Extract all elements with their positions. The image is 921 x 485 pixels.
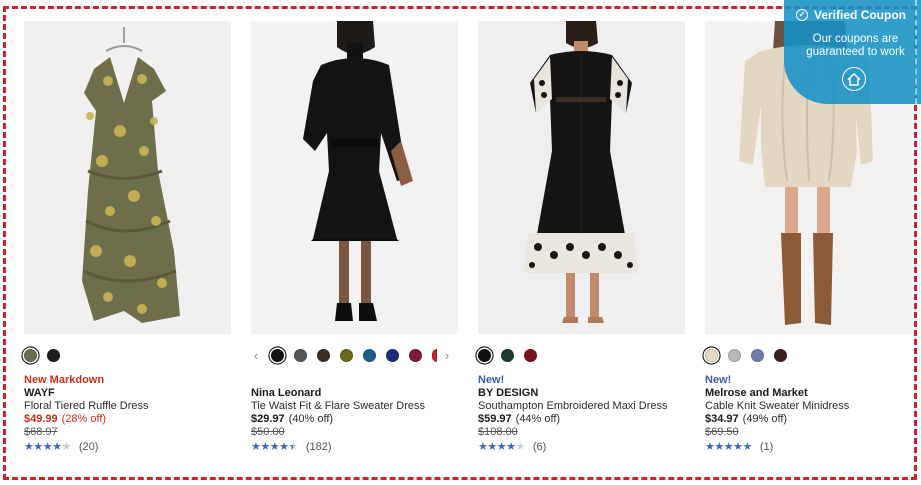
color-swatch[interactable] <box>501 348 514 362</box>
discount-percent: (28% off) <box>61 413 107 425</box>
color-swatch[interactable] <box>432 348 437 362</box>
star-rating-icon: ★★★★★ <box>251 441 298 453</box>
color-swatch[interactable] <box>294 348 307 362</box>
coupon-title: Verified Coupon <box>814 8 907 22</box>
coupon-message: Our coupons are guaranteed to work <box>806 33 905 58</box>
discount-percent: (44% off) <box>515 413 561 425</box>
color-swatch[interactable] <box>24 348 37 362</box>
color-swatches <box>24 347 70 363</box>
color-swatch[interactable] <box>409 348 422 362</box>
rating[interactable]: ★★★★★ (6) <box>478 441 708 454</box>
product-title[interactable]: Floral Tiered Ruffle Dress <box>24 400 254 413</box>
color-swatch[interactable] <box>774 348 787 362</box>
color-swatches <box>478 347 547 363</box>
review-count: (1) <box>759 441 774 453</box>
product-title[interactable]: Tie Waist Fit & Flare Sweater Dress <box>251 400 481 413</box>
original-price: $50.00 <box>251 425 285 438</box>
product-info: Nina Leonard Tie Waist Fit & Flare Sweat… <box>251 374 481 454</box>
product-card[interactable]: New Markdown WAYF Floral Tiered Ruffle D… <box>24 21 231 471</box>
verified-coupon-popup[interactable]: ✓ Verified Coupon Our coupons are guaran… <box>784 0 921 104</box>
color-swatch[interactable] <box>363 348 376 362</box>
review-count: (6) <box>532 441 547 453</box>
product-brand[interactable]: BY DESIGN <box>478 387 708 400</box>
product-title[interactable]: Cable Knit Sweater Minidress <box>705 400 921 413</box>
color-swatch[interactable] <box>705 348 718 362</box>
product-card[interactable]: New! BY DESIGN Southampton Embroidered M… <box>478 21 685 471</box>
product-info: New Markdown WAYF Floral Tiered Ruffle D… <box>24 374 254 454</box>
new-badge: New! <box>705 374 732 386</box>
new-badge: New! <box>478 374 505 386</box>
product-image[interactable] <box>251 21 458 334</box>
original-price: $68.97 <box>24 425 58 438</box>
rating[interactable]: ★★★★★ (20) <box>24 441 254 454</box>
discount-percent: (49% off) <box>742 413 788 425</box>
coupon-header: ✓ Verified Coupon <box>796 8 906 22</box>
price-row: $59.97 (44% off) <box>478 413 708 426</box>
review-count: (182) <box>305 441 332 453</box>
product-grid: New Markdown WAYF Floral Tiered Ruffle D… <box>24 21 921 471</box>
color-swatch[interactable] <box>340 348 353 362</box>
sale-price: $49.99 <box>24 413 58 425</box>
product-info: New! Melrose and Market Cable Knit Sweat… <box>705 374 921 454</box>
color-swatch[interactable] <box>524 348 537 362</box>
original-price: $69.50 <box>705 425 739 438</box>
color-swatch[interactable] <box>47 348 60 362</box>
price-row: $29.97 (40% off) <box>251 413 481 426</box>
product-image[interactable] <box>24 21 231 334</box>
color-swatch[interactable] <box>271 348 284 362</box>
star-rating-icon: ★★★★★ <box>705 441 752 453</box>
coupon-dashed-edge <box>915 0 917 104</box>
rating[interactable]: ★★★★★ (1) <box>705 441 921 454</box>
product-card[interactable]: ‹ › Nina Leonard Tie Waist Fit & Flare S… <box>251 21 458 471</box>
markdown-badge: New Markdown <box>24 374 105 386</box>
star-rating-icon: ★★★★★ <box>478 441 525 453</box>
product-title[interactable]: Southampton Embroidered Maxi Dress <box>478 400 708 413</box>
color-swatch[interactable] <box>728 348 741 362</box>
sale-price: $29.97 <box>251 413 285 425</box>
color-swatch[interactable] <box>751 348 764 362</box>
home-icon[interactable] <box>842 67 866 91</box>
star-rating-icon: ★★★★★ <box>24 441 71 453</box>
review-count: (20) <box>78 441 99 453</box>
markdown-badge <box>251 374 481 387</box>
chevron-right-icon[interactable]: › <box>442 349 452 362</box>
check-circle-icon: ✓ <box>796 9 808 21</box>
color-swatch[interactable] <box>386 348 399 362</box>
product-image[interactable] <box>478 21 685 334</box>
product-brand[interactable]: Melrose and Market <box>705 387 921 400</box>
price-row: $34.97 (49% off) <box>705 413 921 426</box>
price-row: $49.99 (28% off) <box>24 413 254 426</box>
rating[interactable]: ★★★★★ (182) <box>251 441 481 454</box>
sale-price: $59.97 <box>478 413 512 425</box>
original-price: $108.00 <box>478 425 518 438</box>
product-info: New! BY DESIGN Southampton Embroidered M… <box>478 374 708 454</box>
chevron-left-icon[interactable]: ‹ <box>251 349 261 362</box>
color-swatch[interactable] <box>478 348 491 362</box>
color-swatches: ‹ › <box>251 347 462 363</box>
color-swatch[interactable] <box>317 348 330 362</box>
sale-price: $34.97 <box>705 413 739 425</box>
color-swatches <box>705 347 797 363</box>
discount-percent: (40% off) <box>288 413 334 425</box>
product-brand[interactable]: Nina Leonard <box>251 387 481 400</box>
product-brand[interactable]: WAYF <box>24 387 254 400</box>
